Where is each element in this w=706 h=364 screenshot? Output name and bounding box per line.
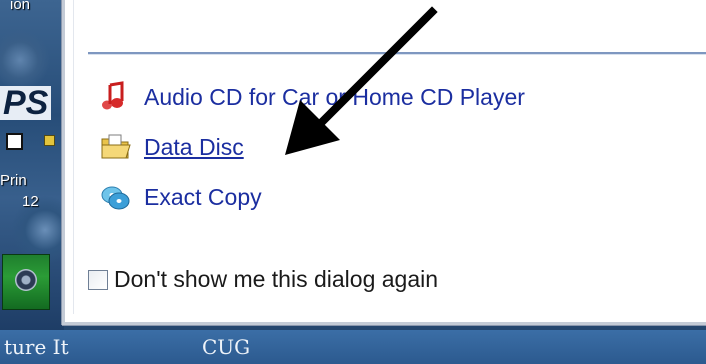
option-exact-copy[interactable]: Exact Copy [100, 180, 262, 214]
camera-icon[interactable] [2, 254, 50, 310]
taskbar-item[interactable]: ture It [4, 335, 69, 359]
dont-show-again-checkbox[interactable] [88, 269, 108, 290]
desktop-icon-label: 12 [22, 193, 39, 210]
section-divider [88, 52, 706, 55]
option-audio-cd[interactable]: Audio CD for Car or Home CD Player [100, 80, 525, 114]
dont-show-again-label: Don't show me this dialog again [114, 266, 439, 292]
dont-show-again-row[interactable]: Don't show me this dialog again [88, 266, 438, 293]
disc-copy-icon [100, 181, 132, 213]
option-data-disc[interactable]: Data Disc [100, 130, 244, 164]
option-label: Data Disc [144, 133, 244, 160]
desktop-shortcut-icon[interactable] [6, 133, 23, 150]
taskbar: ture It CUG [0, 330, 706, 364]
folder-icon [100, 131, 132, 163]
music-note-icon [100, 81, 132, 113]
desktop-logo-text: PS [0, 86, 52, 120]
burn-options-dialog: Audio CD for Car or Home CD Player Data … [62, 0, 706, 325]
option-label: Exact Copy [144, 183, 262, 210]
taskbar-item[interactable]: CUG [202, 335, 250, 359]
desktop-icon-label: ion [10, 0, 31, 13]
desktop-shortcut-icon[interactable] [44, 135, 55, 146]
desktop-icon-label: Prin [0, 172, 27, 189]
option-label: Audio CD for Car or Home CD Player [144, 83, 525, 110]
